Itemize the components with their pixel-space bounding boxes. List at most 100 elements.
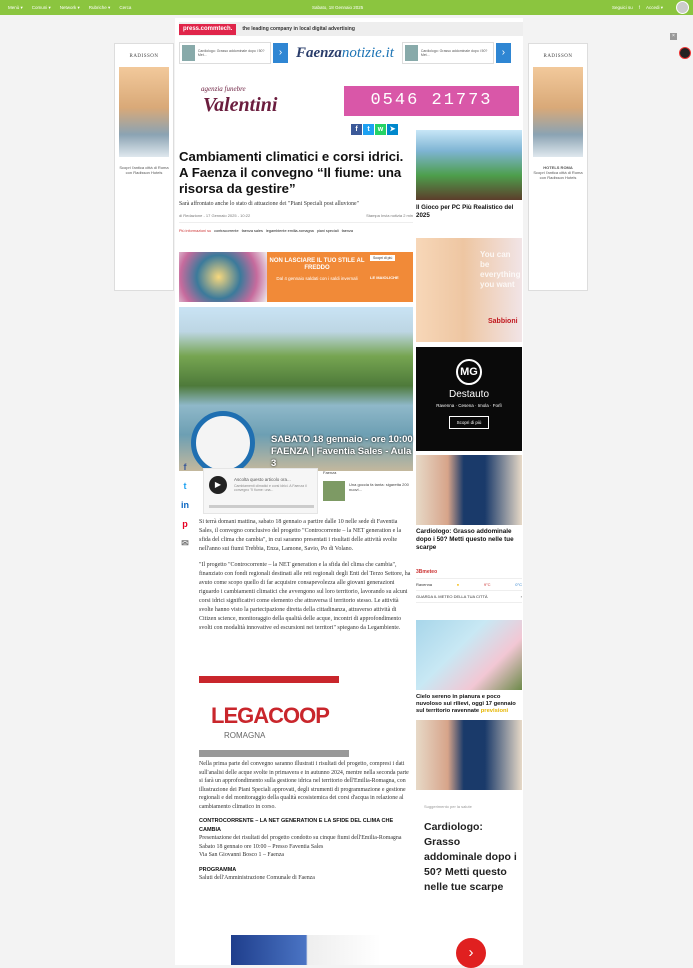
game-ad-title[interactable]: Il Gioco per PC Più Realistico del 2025 xyxy=(416,204,522,220)
menu-item-menu[interactable]: Menù ▾ xyxy=(8,0,23,15)
article-actions[interactable]: Stampa Invia notizia 2 min xyxy=(366,213,413,218)
doctor-ad-image[interactable] xyxy=(416,720,522,790)
article-paragraph: Saluti dell'Amministrazione Comunale di … xyxy=(199,875,315,881)
weather-city: Ravenna xyxy=(416,582,433,587)
whatsapp-icon[interactable]: w xyxy=(375,124,386,135)
play-icon[interactable]: ▶ xyxy=(209,476,227,494)
close-icon[interactable]: × xyxy=(670,33,677,40)
weather-temp-max: 0°C xyxy=(515,582,522,587)
article-header: Cambiamenti climatici e corsi idrici. A … xyxy=(179,144,413,233)
site-logo[interactable]: Faenzanotizie.it xyxy=(296,45,394,62)
audio-progress-bar[interactable] xyxy=(209,505,314,508)
press-banner[interactable]: press.commtech. the leading company in l… xyxy=(179,22,523,36)
promo-ad-text: NON LASCIARE IL TUO STILE AL FREDDO Dal … xyxy=(269,258,365,281)
news-thumbnail xyxy=(182,45,195,61)
weather-logo: 3Bmeteo xyxy=(416,569,438,575)
chevron-right-icon[interactable]: › xyxy=(521,594,522,599)
article-title: Cambiamenti climatici e corsi idrici. A … xyxy=(179,149,404,196)
weather-news-tag: previsioni xyxy=(480,708,509,714)
twitter-icon[interactable]: t xyxy=(363,124,374,135)
game-ad-image[interactable] xyxy=(416,130,522,200)
promo-ad-button[interactable]: Scopri di più xyxy=(370,255,396,261)
related-text: Una goccia fa tanta: sigaretta 200 nuovi… xyxy=(349,482,409,492)
article-tags: Più informazioni su contracorrente faenz… xyxy=(179,229,413,233)
follow-label: Seguici su xyxy=(611,5,633,10)
promo-ad-brand: LE MAIOLICHE xyxy=(370,275,399,280)
article-author: di Redazione - 17 Gennaio 2025 - 10:22 xyxy=(179,213,251,218)
funeral-agency-ad[interactable]: agenzia funebre Valentini 0546 21773 xyxy=(179,82,523,120)
destauto-ad[interactable]: MG Destauto Ravenna · Cesena · Imola · F… xyxy=(416,347,522,451)
tag-link[interactable]: legambiente emilia-romagna xyxy=(266,229,314,233)
left-hotel-ad[interactable]: RADISSON Scopri l'antica città di Roma c… xyxy=(114,43,174,291)
news-card-text: Cardiologo: Grasso addominale dopo i 50?… xyxy=(197,49,265,57)
hotel-ad-text: Scopri l'antica città di Roma con Radiss… xyxy=(533,170,583,180)
tag-link[interactable]: faenza xyxy=(342,229,353,233)
facebook-icon[interactable]: f xyxy=(639,0,640,15)
article-hero-image: SABATO 18 gennaio - ore 10:00 FAENZA | F… xyxy=(179,307,413,475)
weather-widget: 3Bmeteo Ravenna ● 9°C 0°C GUARDA IL METE… xyxy=(416,566,522,616)
bottom-ad[interactable] xyxy=(231,935,381,965)
chevron-right-icon[interactable]: › xyxy=(273,43,288,63)
video-play-icon[interactable] xyxy=(679,47,691,59)
menu-item-cerca[interactable]: Cerca xyxy=(119,0,131,15)
chevron-right-icon[interactable]: › xyxy=(495,43,511,63)
tags-label: Più informazioni su xyxy=(179,229,212,233)
weather-temp-min: 9°C xyxy=(483,582,491,587)
weather-news-title[interactable]: Cielo sereno in pianura e poco nuvoloso … xyxy=(416,694,522,715)
weather-sun-icon: ● xyxy=(456,582,460,587)
tag-link[interactable]: piani speciali xyxy=(317,229,339,233)
doctor-ad-title[interactable]: Cardiologo: Grasso addominale dopo i 50?… xyxy=(416,528,522,552)
beauty-ad-brand: Sabbioni xyxy=(488,318,518,325)
right-hotel-ad[interactable]: RADISSON HOTELS ROMA Scopri l'antica cit… xyxy=(528,43,588,291)
news-card-text: Cardiologo: Grasso addominale dopo i 50?… xyxy=(420,49,488,57)
audio-description: Cambiamenti climatici e corsi idrici. A … xyxy=(234,484,307,492)
mg-logo-icon: MG xyxy=(456,359,482,385)
tag-link[interactable]: faenza sales xyxy=(242,229,263,233)
weather-news-image[interactable] xyxy=(416,620,522,690)
menu-item-rubriche[interactable]: Rubriche ▾ xyxy=(89,0,111,15)
menu-item-comuni[interactable]: Comuni ▾ xyxy=(32,0,51,15)
suggestion-label: Suggerimento per la salute xyxy=(424,804,472,809)
ad-bottom-strip xyxy=(199,750,349,757)
login-menu[interactable]: Accedi ▾ xyxy=(646,0,663,15)
vertical-share-bar: f t in p ✉ xyxy=(180,462,190,550)
telegram-icon[interactable]: ➤ xyxy=(387,124,398,135)
email-icon[interactable]: ✉ xyxy=(180,538,190,550)
facebook-icon[interactable]: f xyxy=(180,462,190,474)
header-news-card-right[interactable]: Cardiologo: Grasso addominale dopo i 50?… xyxy=(401,42,494,64)
article-paragraph: "Il progetto "Controcorrente – la NET ge… xyxy=(199,562,411,631)
destauto-button[interactable]: Scopri di più xyxy=(448,416,490,429)
menu-item-network[interactable]: Network ▾ xyxy=(60,0,80,15)
article-paragraph: Si terrà domani mattina, sabato 18 genna… xyxy=(199,519,402,552)
avatar[interactable] xyxy=(676,1,689,14)
article-subheading: CONTROCORRENTE – LA NET GENERATION E LA … xyxy=(199,818,394,833)
legacoop-ad[interactable]: LEGACOOP ROMAGNA xyxy=(199,676,349,760)
audio-title: Ascolta questo articolo ora... xyxy=(234,477,291,482)
sidebar: Il Gioco per PC Più Realistico del 2025 … xyxy=(416,130,522,968)
pinterest-icon[interactable]: p xyxy=(180,519,190,531)
article-paragraph: Presentazione dei risultati del progetto… xyxy=(199,835,402,858)
ad-top-strip xyxy=(199,676,339,683)
doctor-ad-title-large[interactable]: Cardiologo: Grasso addominale dopo i 50?… xyxy=(424,820,519,895)
top-navigation-bar: Menù ▾ Comuni ▾ Network ▾ Rubriche ▾ Cer… xyxy=(0,0,693,15)
hotel-image xyxy=(533,67,583,157)
weather-link[interactable]: GUARDA IL METEO DELLA TUA CITTÀ xyxy=(416,594,488,599)
beauty-ad[interactable]: You can be everything you want Sabbioni xyxy=(416,238,522,342)
facebook-icon[interactable]: f xyxy=(351,124,362,135)
promo-ad-banner[interactable]: NON LASCIARE IL TUO STILE AL FREDDO Dal … xyxy=(179,252,413,302)
beauty-ad-text: You can be everything you want xyxy=(480,250,521,289)
linkedin-icon[interactable]: in xyxy=(180,500,190,512)
funeral-ad-subtitle: agenzia funebre xyxy=(201,85,246,93)
social-share-bar: f t w ➤ xyxy=(351,124,398,135)
related-article[interactable]: Faenza Una goccia fa tanta: sigaretta 20… xyxy=(323,470,413,514)
promo-ad-side: Scopri di più LE MAIOLICHE xyxy=(367,252,413,302)
tag-link[interactable]: contracorrente xyxy=(214,229,238,233)
destauto-cities: Ravenna · Cesena · Imola · Forlì xyxy=(436,403,502,408)
related-label: Faenza xyxy=(323,470,337,475)
hero-caption: SABATO 18 gennaio - ore 10:00 FAENZA | F… xyxy=(271,434,413,469)
header-news-card-left[interactable]: Cardiologo: Grasso addominale dopo i 50?… xyxy=(179,42,271,64)
doctor-ad-image[interactable] xyxy=(416,455,522,525)
press-logo: press.commtech. xyxy=(179,23,237,35)
twitter-icon[interactable]: t xyxy=(180,481,190,493)
next-arrow-button[interactable]: › xyxy=(456,938,486,968)
